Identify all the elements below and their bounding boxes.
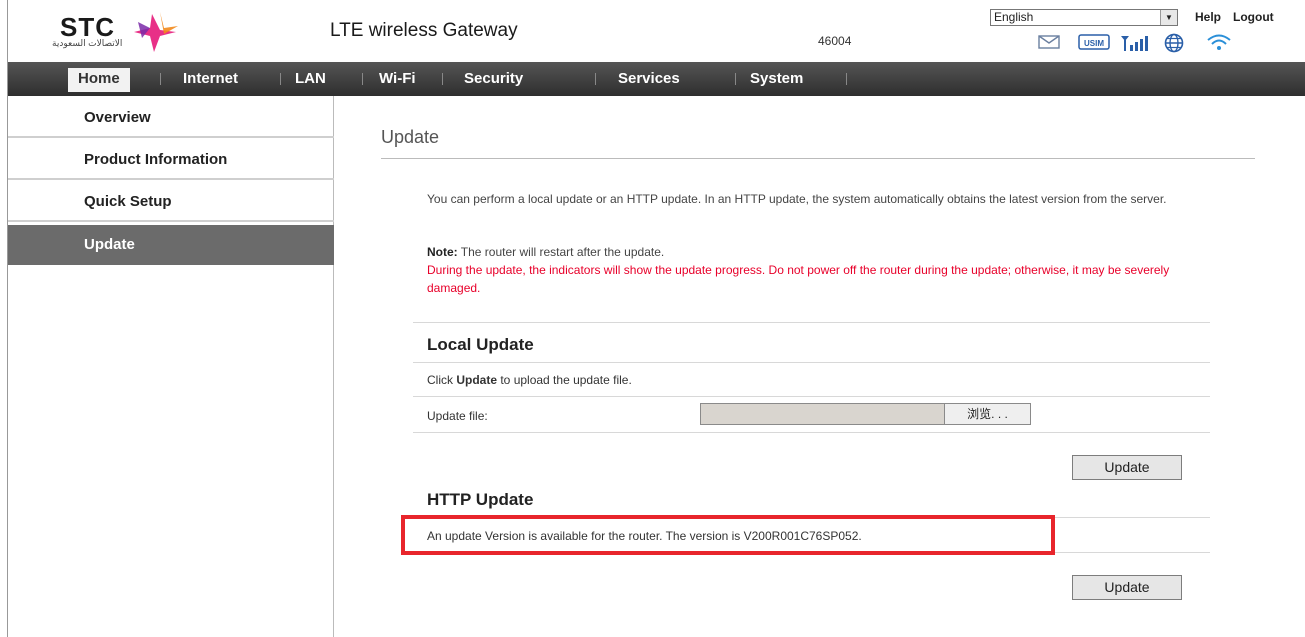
nav-lan[interactable]: LAN bbox=[285, 68, 336, 92]
help-link[interactable]: Help bbox=[1195, 10, 1221, 24]
sidebar-item-update[interactable]: Update bbox=[8, 225, 334, 265]
main-navbar: Home Internet LAN Wi-Fi Security Service… bbox=[8, 62, 1305, 96]
note-text: Note: The router will restart after the … bbox=[427, 243, 1217, 261]
warning-text: During the update, the indicators will s… bbox=[427, 263, 1170, 295]
nav-home[interactable]: Home bbox=[68, 68, 130, 92]
nav-security[interactable]: Security bbox=[454, 68, 533, 92]
update-file-label: Update file: bbox=[427, 409, 488, 423]
page-title: Update bbox=[381, 127, 440, 147]
nav-separator bbox=[160, 73, 161, 85]
globe-icon bbox=[1164, 33, 1184, 58]
gateway-title: LTE wireless Gateway bbox=[330, 20, 518, 41]
local-update-title: Local Update bbox=[427, 335, 534, 354]
divider bbox=[413, 432, 1210, 433]
http-update-title: HTTP Update bbox=[427, 490, 534, 509]
intro-text: You can perform a local update or an HTT… bbox=[427, 192, 1167, 206]
divider bbox=[413, 362, 1210, 363]
logout-link[interactable]: Logout bbox=[1233, 10, 1274, 24]
nav-separator bbox=[362, 73, 363, 85]
nav-separator bbox=[442, 73, 443, 85]
title-divider bbox=[381, 158, 1255, 159]
nav-internet[interactable]: Internet bbox=[173, 68, 248, 92]
sidebar-item-overview[interactable]: Overview bbox=[8, 98, 334, 138]
note-body: The router will restart after the update… bbox=[457, 245, 665, 259]
instruction-suffix: to upload the update file. bbox=[497, 373, 632, 387]
note-label: Note: bbox=[427, 245, 458, 259]
sidebar: Overview Product Information Quick Setup… bbox=[8, 96, 334, 637]
sidebar-item-quick-setup[interactable]: Quick Setup bbox=[8, 182, 334, 222]
http-update-button[interactable]: Update bbox=[1072, 575, 1182, 600]
divider bbox=[413, 396, 1210, 397]
nav-system[interactable]: System bbox=[740, 68, 813, 92]
window-left-edge bbox=[0, 0, 8, 637]
header: STC الاتصالات السعودية LTE wireless Gate… bbox=[8, 0, 1305, 60]
nav-wifi[interactable]: Wi-Fi bbox=[369, 68, 426, 92]
nav-services[interactable]: Services bbox=[608, 68, 690, 92]
local-update-button[interactable]: Update bbox=[1072, 455, 1182, 480]
local-update-instruction: Click Update to upload the update file. bbox=[427, 373, 632, 387]
divider bbox=[413, 322, 1210, 323]
network-code: 46004 bbox=[818, 34, 852, 48]
sidebar-item-product-information[interactable]: Product Information bbox=[8, 140, 334, 180]
update-file-input[interactable] bbox=[700, 403, 945, 425]
usim-text: USIM bbox=[1084, 39, 1104, 48]
instruction-prefix: Click bbox=[427, 373, 457, 387]
highlight-annotation-box bbox=[401, 515, 1055, 555]
stc-logo: STC الاتصالات السعودية bbox=[28, 8, 188, 54]
nav-separator bbox=[280, 73, 281, 85]
wifi-icon bbox=[1206, 32, 1232, 57]
sms-icon[interactable] bbox=[1038, 34, 1060, 55]
chevron-down-icon[interactable]: ▼ bbox=[1160, 10, 1177, 25]
language-select[interactable]: English ▼ bbox=[990, 9, 1178, 26]
nav-separator bbox=[846, 73, 847, 85]
stc-logo-mark-icon bbox=[134, 12, 178, 52]
nav-separator bbox=[595, 73, 596, 85]
browse-button[interactable]: 浏览. . . bbox=[944, 403, 1031, 425]
logo-subtext: الاتصالات السعودية bbox=[52, 38, 123, 48]
nav-separator bbox=[735, 73, 736, 85]
instruction-bold: Update bbox=[456, 373, 498, 387]
usim-icon: USIM bbox=[1078, 33, 1110, 56]
language-value: English bbox=[994, 10, 1034, 24]
signal-icon bbox=[1120, 34, 1150, 57]
